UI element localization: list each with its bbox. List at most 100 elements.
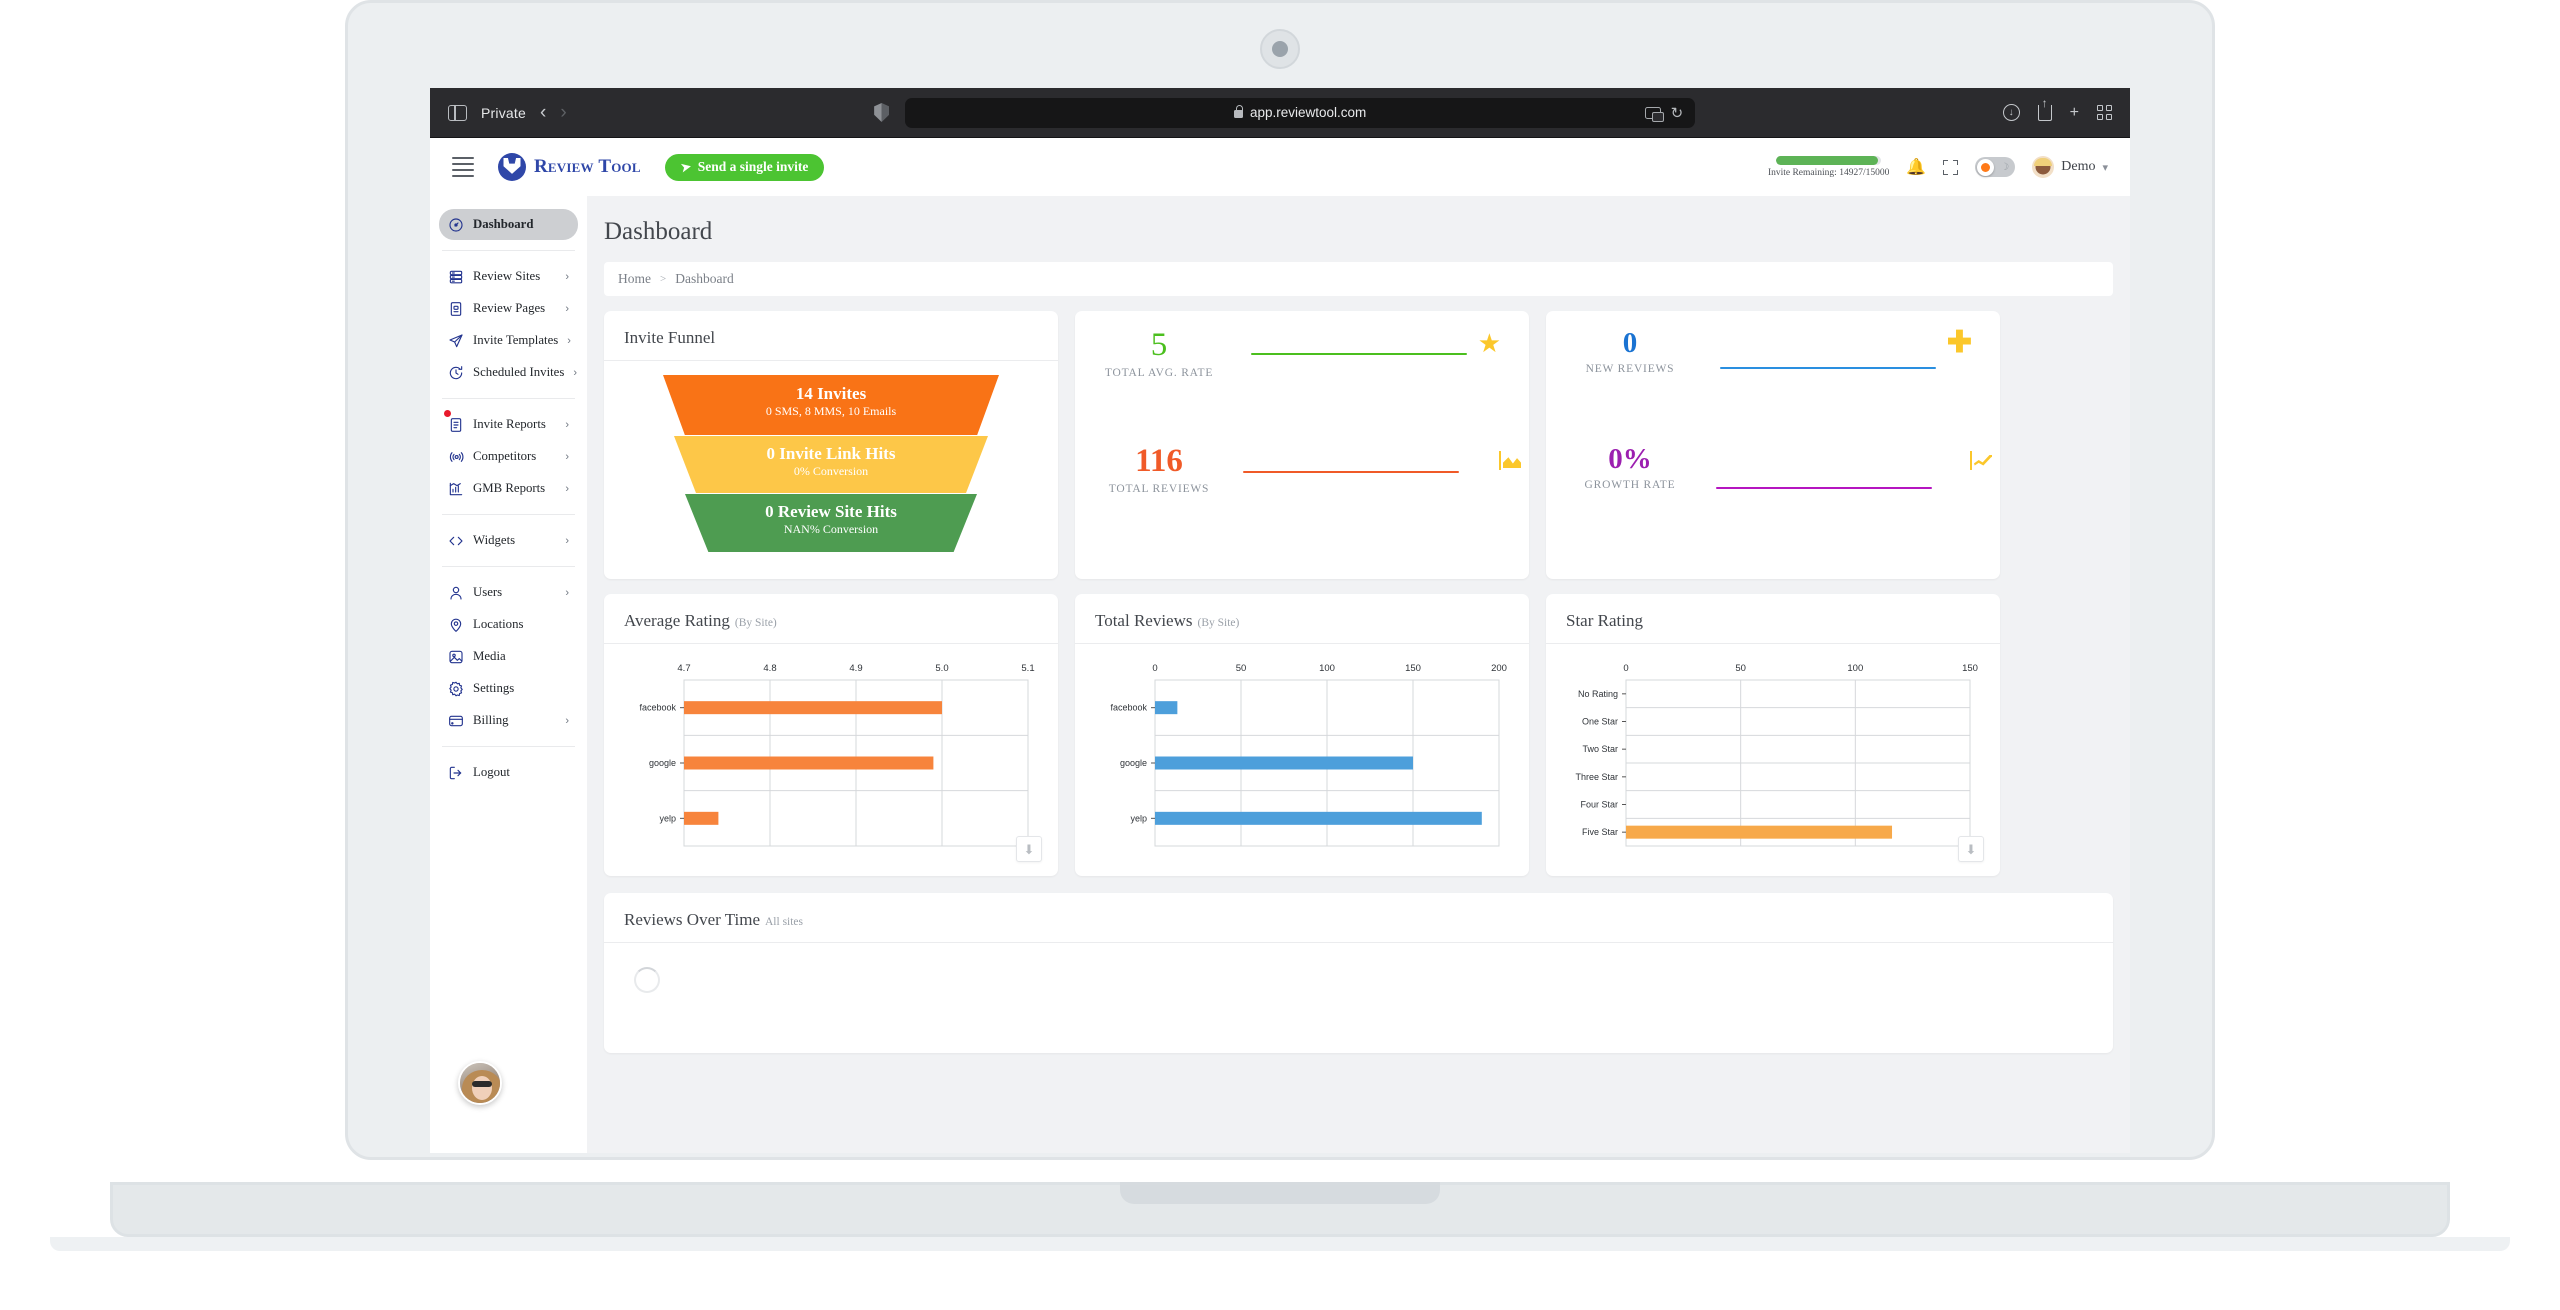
chevron-right-icon: › <box>567 334 571 347</box>
funnel-stage-invites[interactable]: 14 Invites 0 SMS, 8 MMS, 10 Emails <box>663 375 999 435</box>
svg-text:0: 0 <box>1623 663 1628 674</box>
chevron-right-icon: › <box>565 270 569 283</box>
breadcrumb-item-home[interactable]: Home <box>618 271 651 287</box>
fullscreen-icon[interactable] <box>1943 159 1959 175</box>
chevron-right-icon: › <box>565 586 569 599</box>
svg-text:Four Star: Four Star <box>1580 800 1618 810</box>
paper-plane-icon <box>448 333 464 349</box>
svg-text:0: 0 <box>1152 663 1157 674</box>
star-rating-svg: 0 50 100 150 No Rating One Star Two Star Three … <box>1575 663 1978 847</box>
share-icon[interactable] <box>2037 104 2052 121</box>
chevron-right-icon: › <box>565 482 569 495</box>
star-rating-plot: 0 50 100 150 No Rating One Star Two Star Three … <box>1546 644 2000 862</box>
nav-group: Dashboard <box>430 204 587 245</box>
average-rating-subtitle: (By Site) <box>734 617 777 629</box>
sidebar-item-label: Dashboard <box>473 217 534 231</box>
svg-text:4.9: 4.9 <box>849 663 862 674</box>
svg-text:Two Star: Two Star <box>1582 744 1618 754</box>
svg-text:50: 50 <box>1735 663 1746 674</box>
svg-text:facebook: facebook <box>1110 703 1147 713</box>
sidebar-item-users[interactable]: Users › <box>439 577 578 608</box>
nav-divider <box>442 398 575 399</box>
back-button[interactable]: ‹ <box>540 103 546 122</box>
url-text: app.reviewtool.com <box>1249 105 1367 120</box>
sidebar-item-logout[interactable]: Logout <box>439 757 578 788</box>
sidebar-item-label: Competitors <box>473 449 537 463</box>
translate-icon[interactable] <box>1644 106 1664 122</box>
area-chart-icon <box>1499 451 1501 470</box>
sidebar-item-review-pages[interactable]: Review Pages › <box>439 293 578 324</box>
plus-icon: ✚ <box>1946 326 1972 359</box>
svg-text:yelp: yelp <box>659 813 676 823</box>
average-rating-title: Average Rating (By Site) <box>604 594 1058 644</box>
nav-group: Widgets › <box>430 520 587 561</box>
bell-icon[interactable]: 🔔 <box>1906 157 1926 177</box>
chevron-down-icon: ▾ <box>2102 161 2108 174</box>
theme-knob <box>1977 158 1995 176</box>
stat-total-reviews-label: TOTAL REVIEWS <box>1108 483 1210 495</box>
send-single-invite-button[interactable]: ➤ Send a single invite <box>664 153 825 181</box>
main-content: Dashboard Home > Dashboard Invite Funnel… <box>587 196 2130 1153</box>
stat-total-reviews: 116 TOTAL REVIEWS <box>1099 445 1505 561</box>
stat-new-reviews-rule <box>1720 367 1936 369</box>
sidebar-item-dashboard[interactable]: Dashboard <box>439 209 578 240</box>
user-name: Demo <box>2061 159 2096 174</box>
line-chart-icon <box>1970 451 1972 470</box>
download-chart-button-star-rating[interactable]: ⬇ <box>1958 836 1984 862</box>
sidebar-item-label: Invite Templates <box>473 333 559 347</box>
user-icon <box>448 585 464 601</box>
image-icon <box>448 649 464 665</box>
sidebar-item-label: Locations <box>473 617 524 631</box>
theme-toggle[interactable]: ☽ <box>1975 157 2016 177</box>
support-chat-avatar[interactable] <box>458 1061 502 1105</box>
funnel-stage-site-hits-main: 0 Review Site Hits <box>765 502 897 521</box>
sidebar-item-competitors[interactable]: Competitors › <box>439 441 578 472</box>
sidebar-item-gmb-reports[interactable]: GMB Reports › <box>439 473 578 504</box>
sidebar-nav: Dashboard Review Sites › Review Pages › Invit… <box>430 204 587 793</box>
average-rating-card: Average Rating (By Site) 4.7 4.8 4.9 5.0 5.1 f… <box>604 594 1058 876</box>
nav-divider <box>442 514 575 515</box>
gauge-icon <box>448 217 464 233</box>
funnel-stage-site-hits[interactable]: 0 Review Site Hits NAN% Conversion <box>685 494 977 552</box>
notification-badge <box>443 409 452 418</box>
download-chart-button-average-rating[interactable]: ⬇ <box>1016 836 1042 862</box>
sidebar-item-label: Invite Reports <box>473 417 546 431</box>
user-menu[interactable]: Demo ▾ <box>2032 156 2108 178</box>
svg-text:5.0: 5.0 <box>935 663 948 674</box>
tab-overview-icon[interactable] <box>2097 105 2112 120</box>
nav-divider <box>442 746 575 747</box>
brand-logo[interactable]: Review Tool <box>498 153 641 181</box>
sidebar-item-billing[interactable]: Billing › <box>439 705 578 736</box>
stat-new-reviews: 0 NEW REVIEWS ✚ <box>1570 326 1976 445</box>
screenshot-stage: Private ‹ › app.reviewtool.com ↻ ↓ ↑ + R… <box>0 0 2560 1310</box>
svg-text:Five Star: Five Star <box>1582 827 1618 837</box>
reload-icon[interactable]: ↻ <box>1671 104 1684 122</box>
stat-new-reviews-value: 0 <box>1622 327 1638 359</box>
sidebar-item-scheduled-invites[interactable]: Scheduled Invites › <box>439 357 578 388</box>
funnel-stage-link-hits[interactable]: 0 Invite Link Hits 0% Conversion <box>674 436 988 493</box>
funnel-stage-link-hits-sub: 0% Conversion <box>793 463 869 478</box>
sidebar-item-review-sites[interactable]: Review Sites › <box>439 261 578 292</box>
svg-text:50: 50 <box>1236 663 1247 674</box>
sidebar-item-widgets[interactable]: Widgets › <box>439 525 578 556</box>
address-bar[interactable]: app.reviewtool.com ↻ <box>905 97 1696 128</box>
meter-track <box>1776 156 1882 165</box>
sidebar-toggle-icon[interactable] <box>448 104 467 121</box>
star-rating-title: Star Rating <box>1546 594 2000 644</box>
sidebar-item-invite-templates[interactable]: Invite Templates › <box>439 325 578 356</box>
sidebar-item-label: Settings <box>473 681 515 695</box>
sidebar-item-media[interactable]: Media <box>439 641 578 672</box>
funnel-stage-invites-sub: 0 SMS, 8 MMS, 10 Emails <box>765 403 897 418</box>
download-icon[interactable]: ↓ <box>2002 104 2020 121</box>
sidebar-item-locations[interactable]: Locations <box>439 609 578 640</box>
stats-card-left: 5 TOTAL AVG. RATE ★ 116 TOTAL REVIEWS <box>1075 311 1529 579</box>
nav-group: Invite Reports › Competitors › GMB Reports › <box>430 404 587 509</box>
sidebar-item-invite-reports[interactable]: Invite Reports › <box>439 409 578 440</box>
hamburger-icon[interactable] <box>452 157 474 177</box>
sidebar-item-settings[interactable]: Settings <box>439 673 578 704</box>
sidebar-item-label: Scheduled Invites <box>473 365 565 379</box>
app-header: Review Tool ➤ Send a single invite Invit… <box>430 138 2130 196</box>
new-tab-icon[interactable]: + <box>2070 104 2079 121</box>
meter-fill <box>1776 156 1878 165</box>
shield-icon[interactable] <box>874 103 890 122</box>
